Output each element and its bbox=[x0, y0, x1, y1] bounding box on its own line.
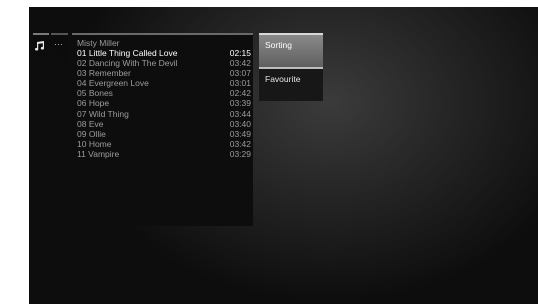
track-duration: 03:42 bbox=[229, 138, 251, 149]
track-title: 03 Remember bbox=[77, 68, 131, 79]
track-row[interactable]: 03 Remember 03:07 bbox=[77, 68, 251, 78]
track-duration: 03:01 bbox=[229, 78, 251, 89]
tv-screen: ··· Misty Miller 01 Little Thing Called … bbox=[29, 7, 538, 304]
track-title: 10 Home bbox=[77, 138, 112, 149]
menu-item-favourite[interactable]: Favourite bbox=[259, 67, 323, 101]
artist-title: Misty Miller bbox=[77, 38, 120, 48]
track-duration: 03:29 bbox=[229, 148, 251, 159]
options-menu: Sorting Favourite bbox=[259, 33, 323, 101]
track-duration: 02:15 bbox=[229, 48, 251, 58]
track-row[interactable]: 04 Evergreen Love 03:01 bbox=[77, 78, 251, 88]
track-duration: 03:39 bbox=[229, 98, 251, 109]
track-duration: 03:07 bbox=[229, 68, 251, 79]
track-row[interactable]: 11 Vampire 03:29 bbox=[77, 149, 251, 159]
music-note-icon bbox=[35, 41, 45, 51]
track-row[interactable]: 09 Ollie 03:49 bbox=[77, 129, 251, 139]
track-title: 02 Dancing With The Devil bbox=[77, 58, 178, 69]
playlist-panel: Misty Miller 01 Little Thing Called Love… bbox=[72, 33, 253, 226]
menu-item-sorting[interactable]: Sorting bbox=[259, 33, 323, 67]
track-title: 01 Little Thing Called Love bbox=[77, 48, 178, 58]
track-title: 05 Bones bbox=[77, 88, 113, 99]
track-row[interactable]: 05 Bones 02:42 bbox=[77, 88, 251, 98]
track-title: 11 Vampire bbox=[77, 148, 120, 159]
more-tab[interactable]: ··· bbox=[51, 33, 68, 63]
track-title: 08 Eve bbox=[77, 118, 104, 129]
track-list: 01 Little Thing Called Love 02:15 02 Danci… bbox=[77, 48, 251, 159]
track-title: 06 Hope bbox=[77, 98, 110, 109]
track-row[interactable]: 07 Wild Thing 03:44 bbox=[77, 109, 251, 119]
track-duration: 03:40 bbox=[229, 118, 251, 129]
track-duration: 03:42 bbox=[229, 58, 251, 69]
track-row[interactable]: 10 Home 03:42 bbox=[77, 139, 251, 149]
track-row[interactable]: 06 Hope 03:39 bbox=[77, 98, 251, 108]
track-title: 04 Evergreen Love bbox=[77, 78, 149, 89]
track-title: 07 Wild Thing bbox=[77, 108, 129, 119]
track-duration: 02:42 bbox=[229, 88, 251, 99]
track-duration: 03:49 bbox=[229, 128, 251, 139]
track-row[interactable]: 08 Eve 03:40 bbox=[77, 119, 251, 129]
track-row[interactable]: 02 Dancing With The Devil 03:42 bbox=[77, 58, 251, 68]
more-icon: ··· bbox=[54, 39, 63, 49]
track-row[interactable]: 01 Little Thing Called Love 02:15 bbox=[77, 48, 251, 58]
music-tab[interactable] bbox=[33, 33, 49, 63]
track-duration: 03:44 bbox=[229, 108, 251, 119]
track-title: 09 Ollie bbox=[77, 128, 106, 139]
